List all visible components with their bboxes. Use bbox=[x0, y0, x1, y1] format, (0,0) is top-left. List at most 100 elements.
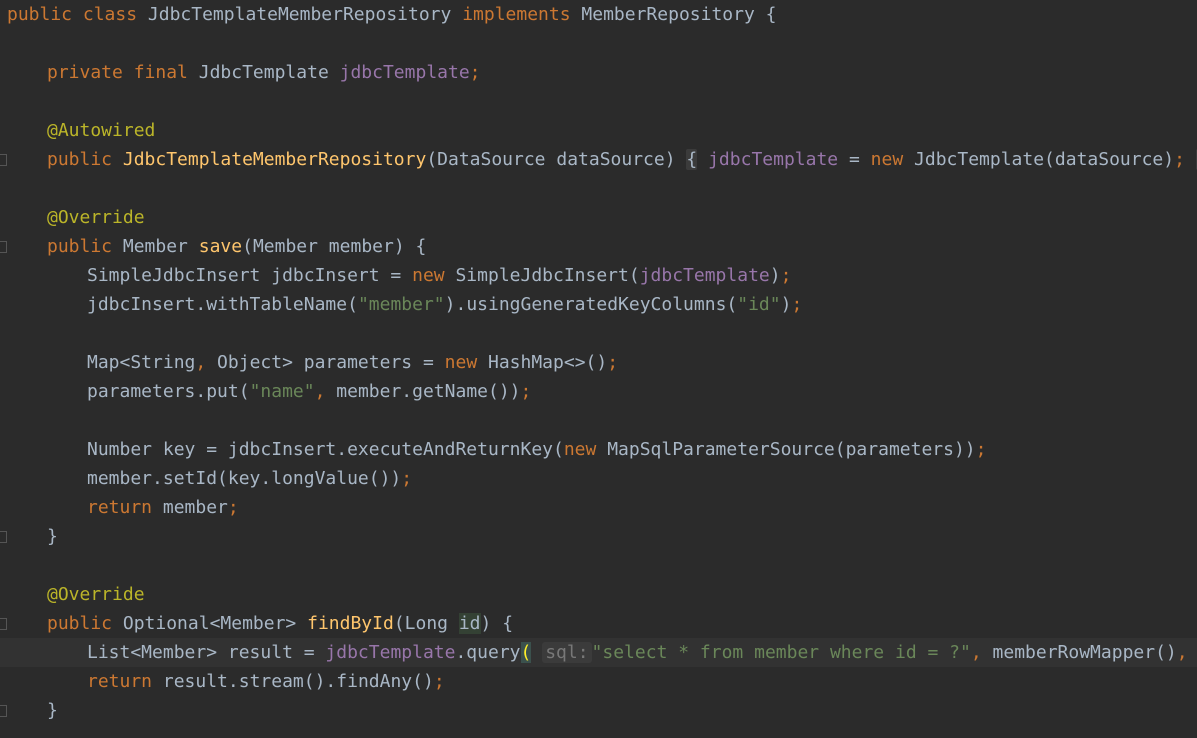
keyword: implements bbox=[462, 4, 571, 25]
expression: List<Member> result = bbox=[87, 642, 326, 663]
keyword: new bbox=[412, 265, 445, 286]
params: (DataSource dataSource) bbox=[426, 149, 676, 170]
code-line-6[interactable]: public JdbcTemplateMemberRepository(Data… bbox=[0, 145, 1197, 174]
keyword: new bbox=[870, 149, 904, 170]
expression: parameters.put( bbox=[87, 381, 250, 402]
string-literal: "select * from member where id = ?" bbox=[591, 642, 971, 663]
fold-icon[interactable] bbox=[0, 618, 7, 630]
class-name: JdbcTemplateMemberRepository bbox=[147, 4, 452, 25]
code-line-23-current[interactable]: List<Member> result = jdbcTemplate.query… bbox=[0, 638, 1197, 667]
semicolon: ; bbox=[1174, 149, 1185, 170]
constructor-name: JdbcTemplateMemberRepository bbox=[122, 149, 427, 170]
field-name: jdbcTemplate bbox=[708, 149, 839, 170]
expression: Number key = jdbcInsert.executeAndReturn… bbox=[87, 439, 564, 460]
expression: memberRowMapper() bbox=[981, 642, 1177, 663]
semicolon: ; bbox=[607, 352, 619, 373]
expression: SimpleJdbcInsert jdbcInsert = bbox=[87, 265, 413, 286]
fold-icon[interactable] bbox=[0, 154, 7, 166]
keyword: return bbox=[87, 671, 153, 692]
brace: { bbox=[765, 4, 777, 25]
code-line-9[interactable]: public Member save(Member member) { bbox=[0, 232, 1197, 261]
expression: SimpleJdbcInsert( bbox=[455, 265, 640, 286]
params: (Member member) { bbox=[242, 236, 427, 257]
code-editor[interactable]: public class JdbcTemplateMemberRepositor… bbox=[0, 0, 1197, 738]
comma: , bbox=[970, 642, 982, 663]
code-line-17[interactable]: member.setId(key.longValue()); bbox=[0, 464, 1197, 493]
fold-icon[interactable] bbox=[0, 705, 7, 717]
semicolon: ; bbox=[433, 671, 445, 692]
semicolon: ; bbox=[520, 381, 532, 402]
annotation: @Autowired bbox=[47, 120, 156, 141]
expression: member.getName()) bbox=[325, 381, 521, 402]
code-line-8[interactable]: @Override bbox=[0, 203, 1197, 232]
expression: JdbcTemplate(dataSource) bbox=[914, 149, 1175, 170]
field-name: jdbcTemplate bbox=[325, 642, 456, 663]
return-type: Optional<Member> bbox=[122, 613, 297, 634]
params: ) { bbox=[480, 613, 514, 634]
type-name: JdbcTemplate bbox=[198, 62, 329, 83]
expression: member bbox=[162, 497, 228, 518]
code-line-11[interactable]: jdbcInsert.withTableName("member").using… bbox=[0, 290, 1197, 319]
code-line-24[interactable]: return result.stream().findAny(); bbox=[0, 667, 1197, 696]
keyword: new bbox=[563, 439, 597, 460]
string-literal: "id" bbox=[737, 294, 781, 315]
method-name: findById bbox=[307, 613, 394, 634]
brace: } bbox=[47, 700, 58, 721]
field-name: jdbcTemplate bbox=[339, 62, 470, 83]
keyword: class bbox=[82, 4, 138, 25]
params: (Long bbox=[393, 613, 459, 634]
param-name-hint: sql: bbox=[542, 642, 592, 663]
semicolon: ; bbox=[780, 265, 792, 286]
expression: ) bbox=[769, 265, 781, 286]
expression: result.stream().findAny() bbox=[162, 671, 434, 692]
keyword: public bbox=[47, 613, 113, 634]
expression: member.setId(key.longValue()) bbox=[87, 468, 402, 489]
fold-region-open[interactable]: { bbox=[686, 149, 698, 170]
expression: ) bbox=[780, 294, 792, 315]
code-line-19[interactable]: } bbox=[0, 522, 1197, 551]
param-id-highlight: id bbox=[458, 613, 481, 634]
assign: = bbox=[838, 149, 871, 170]
comma: , bbox=[1176, 642, 1188, 663]
annotation: @Override bbox=[47, 584, 145, 605]
keyword: new bbox=[444, 352, 478, 373]
code-line-13[interactable]: Map<String, Object> parameters = new Has… bbox=[0, 348, 1197, 377]
expression: Object> parameters = bbox=[206, 352, 445, 373]
code-line-1[interactable]: public class JdbcTemplateMemberRepositor… bbox=[0, 0, 1197, 29]
return-type: Member bbox=[122, 236, 188, 257]
matched-paren-open: ( bbox=[520, 642, 532, 663]
brace: } bbox=[47, 526, 58, 547]
semicolon: ; bbox=[975, 439, 987, 460]
code-line-25[interactable]: } bbox=[0, 696, 1197, 725]
keyword: final bbox=[133, 62, 188, 83]
keyword: public bbox=[7, 4, 73, 25]
expression: MapSqlParameterSource(parameters)) bbox=[607, 439, 976, 460]
code-line-10[interactable]: SimpleJdbcInsert jdbcInsert = new Simple… bbox=[0, 261, 1197, 290]
code-line-18[interactable]: return member; bbox=[0, 493, 1197, 522]
code-line-3[interactable]: private final JdbcTemplate jdbcTemplate; bbox=[0, 58, 1197, 87]
annotation: @Override bbox=[47, 207, 145, 228]
keyword: private bbox=[47, 62, 123, 83]
interface-name: MemberRepository bbox=[581, 4, 755, 25]
expression: Map<String bbox=[87, 352, 196, 373]
expression: HashMap<>() bbox=[488, 352, 608, 373]
keyword: return bbox=[87, 497, 153, 518]
code-line-22[interactable]: public Optional<Member> findById(Long id… bbox=[0, 609, 1197, 638]
code-line-16[interactable]: Number key = jdbcInsert.executeAndReturn… bbox=[0, 435, 1197, 464]
comma: , bbox=[314, 381, 326, 402]
code-line-21[interactable]: @Override bbox=[0, 580, 1197, 609]
code-line-14[interactable]: parameters.put("name", member.getName())… bbox=[0, 377, 1197, 406]
semicolon: ; bbox=[227, 497, 239, 518]
string-literal: "member" bbox=[357, 294, 445, 315]
keyword: public bbox=[47, 149, 113, 170]
fold-icon[interactable] bbox=[0, 531, 7, 543]
expression: ).usingGeneratedKeyColumns( bbox=[444, 294, 738, 315]
semicolon: ; bbox=[791, 294, 803, 315]
semicolon: ; bbox=[401, 468, 413, 489]
semicolon: ; bbox=[469, 62, 481, 83]
expression: .query bbox=[455, 642, 521, 663]
code-line-5[interactable]: @Autowired bbox=[0, 116, 1197, 145]
comma: , bbox=[195, 352, 207, 373]
fold-icon[interactable] bbox=[0, 241, 7, 253]
method-name: save bbox=[198, 236, 243, 257]
